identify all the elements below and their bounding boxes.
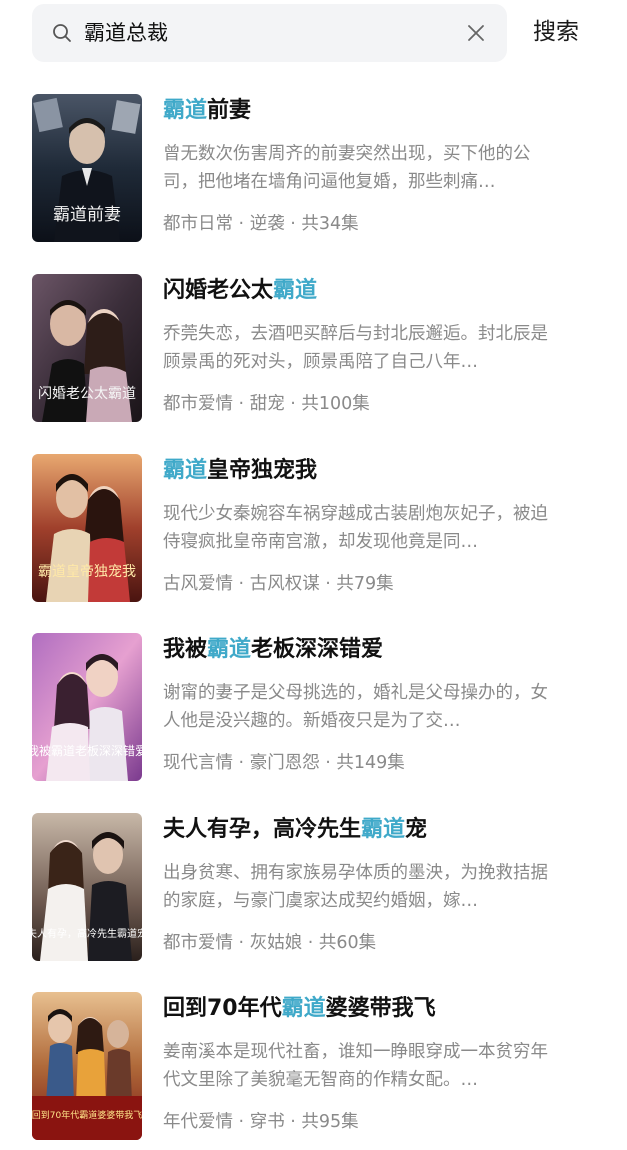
result-item[interactable]: 夫人有孕，高冷先生霸道宠 夫人有孕，高冷先生霸道宠 出身贫寒、拥有家族易孕体质的… [0,813,627,963]
poster-image[interactable]: 我被霸道老板深深错爱 [32,633,142,781]
result-meta: 现代言情 · 豪门恩怨 · 共149集 [163,753,405,773]
result-meta: 古风爱情 · 古风权谋 · 共79集 [163,574,394,594]
poster-image[interactable]: 夫人有孕，高冷先生霸道宠 [32,813,142,961]
title-keyword-highlight: 霸道 [273,278,318,303]
title-keyword-highlight: 霸道 [163,98,208,123]
poster-image[interactable]: 回到70年代霸道婆婆带我飞 [32,992,142,1140]
result-description: 姜南溪本是现代社畜，谁知一睁眼穿成一本贫穷年代文里除了美貌毫无智商的作精女配。… [163,1042,548,1090]
result-item[interactable]: 霸道皇帝独宠我 霸道皇帝独宠我 现代少女秦婉容车祸穿越成古装剧炮灰妃子，被迫侍寝… [0,454,627,604]
result-description: 出身贫寒、拥有家族易孕体质的墨泱，为挽救拮据的家庭，与豪门虞家达成契约婚姻，嫁… [163,863,548,911]
result-title[interactable]: 霸道皇帝独宠我 [163,455,593,487]
title-text: 闪婚老公太 [163,278,274,303]
title-keyword-highlight: 霸道 [281,996,326,1021]
title-keyword-highlight: 霸道 [361,817,406,842]
title-text: 回到70年代 [163,996,282,1021]
result-item[interactable]: 闪婚老公太霸道 闪婚老公太霸道 乔莞失恋，去酒吧买醉后与封北辰邂逅。封北辰是顾景… [0,274,627,424]
result-meta: 年代爱情 · 穿书 · 共95集 [163,1112,359,1132]
result-title[interactable]: 我被霸道老板深深错爱 [163,634,593,666]
search-icon [53,24,71,42]
result-title[interactable]: 霸道前妻 [163,95,593,127]
poster-image[interactable]: 霸道前妻 [32,94,142,242]
result-title[interactable]: 闪婚老公太霸道 [163,275,593,307]
result-item[interactable]: 我被霸道老板深深错爱 我被霸道老板深深错爱 谢甯的妻子是父母挑选的，婚礼是父母操… [0,633,627,783]
title-text: 宠 [405,817,428,842]
poster-title-text: 回到70年代霸道婆婆带我飞 [32,1109,142,1121]
poster-image[interactable]: 闪婚老公太霸道 [32,274,142,422]
result-description: 现代少女秦婉容车祸穿越成古装剧炮灰妃子，被迫侍寝疯批皇帝南宫澈，却发现他竟是同… [163,504,548,552]
title-text: 婆婆带我飞 [325,996,436,1021]
search-input[interactable]: 霸道总裁 [32,4,507,62]
title-text: 前妻 [207,98,252,123]
title-text: 我被 [163,637,208,662]
result-title[interactable]: 回到70年代霸道婆婆带我飞 [163,993,593,1025]
poster-title-text: 霸道皇帝独宠我 [38,564,136,580]
result-meta: 都市爱情 · 甜宠 · 共100集 [163,394,370,414]
poster-title-text: 我被霸道老板深深错爱 [32,744,142,758]
result-description: 谢甯的妻子是父母挑选的，婚礼是父母操办的，女人他是没兴趣的。新婚夜只是为了交… [163,683,548,731]
poster-title-text: 霸道前妻 [53,205,121,225]
poster-image[interactable]: 霸道皇帝独宠我 [32,454,142,602]
result-description: 曾无数次伤害周齐的前妻突然出现，买下他的公司，把他堵在墙角问逼他复婚，那些刺痛… [163,144,531,192]
title-text: 夫人有孕，高冷先生 [163,817,362,842]
result-description: 乔莞失恋，去酒吧买醉后与封北辰邂逅。封北辰是顾景禹的死对头，顾景禹陪了自己八年… [163,324,548,372]
search-bar: 霸道总裁 搜索 [0,0,627,78]
result-item[interactable]: 回到70年代霸道婆婆带我飞 回到70年代霸道婆婆带我飞 姜南溪本是现代社畜，谁知… [0,992,627,1142]
result-title[interactable]: 夫人有孕，高冷先生霸道宠 [163,814,593,846]
clear-icon[interactable] [465,22,487,44]
result-meta: 都市爱情 · 灰姑娘 · 共60集 [163,933,377,953]
search-button[interactable]: 搜索 [533,14,579,50]
title-keyword-highlight: 霸道 [163,458,208,483]
result-item[interactable]: 霸道前妻 霸道前妻 曾无数次伤害周齐的前妻突然出现，买下他的公司，把他堵在墙角问… [0,94,627,244]
title-text: 老板深深错爱 [251,637,384,662]
search-query-text[interactable]: 霸道总裁 [84,18,168,48]
result-meta: 都市日常 · 逆袭 · 共34集 [163,214,359,234]
title-keyword-highlight: 霸道 [207,637,252,662]
poster-title-text: 闪婚老公太霸道 [38,386,136,402]
poster-title-text: 夫人有孕，高冷先生霸道宠 [32,927,142,940]
title-text: 皇帝独宠我 [207,458,318,483]
